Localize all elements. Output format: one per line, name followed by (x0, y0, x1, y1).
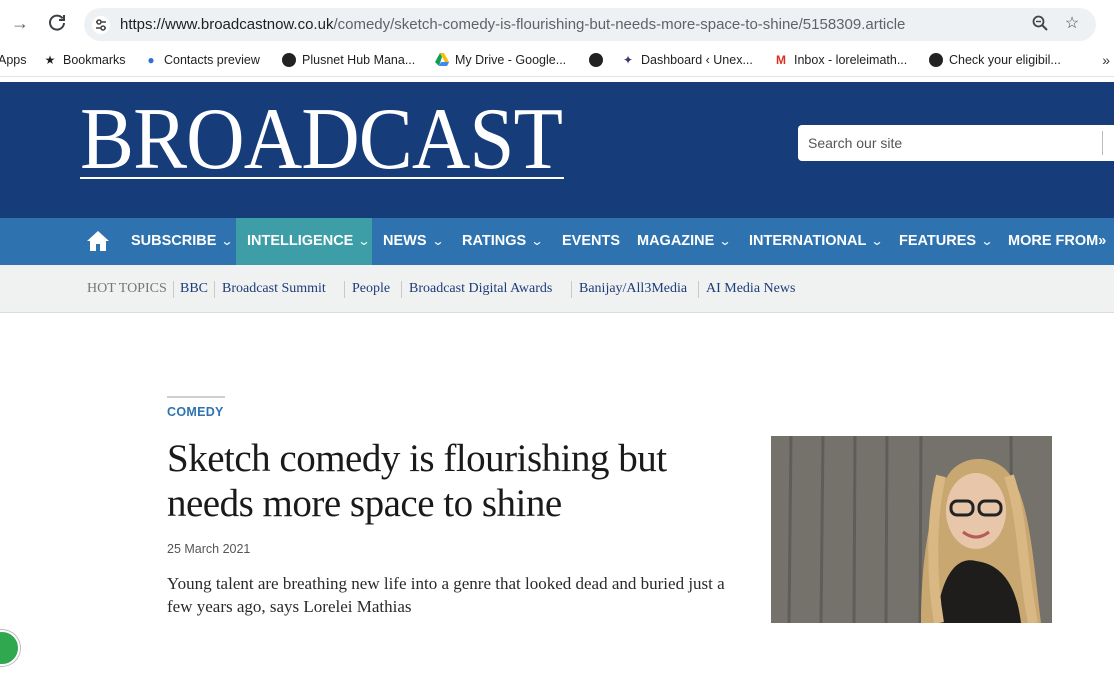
nav-label: INTELLIGENCE (247, 233, 354, 249)
bookmark-label: Bookmarks (63, 53, 126, 67)
nav-ratings[interactable]: RATINGS ⌄ (451, 218, 553, 265)
contacts-person-icon: ● (147, 53, 155, 67)
topic-divider (173, 281, 174, 298)
chevron-down-icon: ⌄ (870, 234, 884, 248)
nav-label: EVENTS (562, 233, 621, 249)
url-path: /comedy/sketch-comedy-is-flourishing-but… (333, 16, 906, 33)
chevron-down-icon: ⌄ (220, 234, 234, 248)
star-icon: ★ (44, 53, 56, 67)
hot-topic-link[interactable]: People (352, 281, 390, 297)
topic-divider (698, 281, 699, 298)
site-logo[interactable]: BROADCAST (80, 96, 563, 184)
google-drive-icon (435, 53, 449, 67)
chevron-down-icon: ⌄ (357, 234, 371, 248)
nav-subscribe[interactable]: SUBSCRIBE ⌄ (120, 218, 243, 265)
site-header: BROADCAST (0, 82, 1114, 218)
article-date: 25 March 2021 (167, 542, 251, 556)
bookmark-label: Contacts preview (164, 53, 260, 67)
topic-divider (344, 281, 345, 298)
nav-label: NEWS (383, 233, 427, 249)
home-icon[interactable] (86, 230, 110, 252)
bookmark-globe[interactable] (589, 53, 603, 67)
url-text: https://www.broadcastnow.co.uk/comedy/sk… (120, 16, 905, 33)
article-standfirst: Young talent are breathing new life into… (167, 574, 725, 616)
topic-divider (401, 281, 402, 298)
nav-events[interactable]: EVENTS (551, 218, 631, 265)
bookmark-my-drive[interactable]: My Drive - Google... (435, 53, 566, 67)
nav-international[interactable]: INTERNATIONAL ⌄ (738, 218, 893, 265)
chevron-down-icon: ⌄ (718, 234, 732, 248)
accessibility-widget-icon[interactable] (0, 630, 20, 666)
nav-label: MAGAZINE (637, 233, 715, 249)
globe-icon (282, 53, 296, 67)
address-bar[interactable]: https://www.broadcastnow.co.uk/comedy/sk… (84, 8, 1096, 41)
bookmark-label: My Drive - Google... (455, 53, 567, 67)
nav-features[interactable]: FEATURES ⌄ (888, 218, 1003, 265)
bookmark-label: Dashboard ‹ Unex... (641, 53, 753, 67)
bookmark-label: Check your eligibil... (949, 53, 1061, 67)
chevron-down-icon: ⌄ (430, 234, 445, 248)
wordpress-icon: ✦ (622, 53, 634, 67)
article-photo (771, 436, 1052, 623)
nav-news[interactable]: NEWS ⌄ (372, 218, 454, 265)
bookmarks-bar: Apps ★ Bookmarks ● Contacts preview Plusne… (0, 46, 1114, 77)
nav-label: SUBSCRIBE (131, 233, 217, 249)
forward-arrow-icon[interactable]: → (8, 11, 32, 35)
double-chevron-right-icon: » (1098, 233, 1107, 249)
hot-topic-link[interactable]: AI Media News (706, 281, 795, 297)
browser-toolbar: → https://www.broadcastnow.co.uk/comedy/… (0, 0, 1114, 46)
topic-divider (571, 281, 572, 298)
category-rule (167, 396, 225, 398)
zoom-icon[interactable] (1030, 14, 1050, 34)
logo-underline (80, 177, 564, 179)
hot-topic-link[interactable]: Broadcast Summit (222, 281, 326, 297)
nav-more-from[interactable]: MORE FROM» (997, 218, 1114, 265)
bookmark-apps[interactable]: Apps (0, 53, 27, 67)
bookmark-dashboard[interactable]: ✦ Dashboard ‹ Unex... (621, 53, 753, 67)
hot-topic-link[interactable]: Banijay/All3Media (579, 281, 687, 297)
more-bookmarks-icon[interactable]: » (1102, 52, 1110, 68)
bookmark-check-eligibility[interactable]: Check your eligibil... (929, 53, 1061, 67)
hot-topics-label: HOT TOPICS (87, 281, 167, 296)
site-info-icon[interactable] (92, 16, 110, 34)
globe-icon (929, 53, 943, 67)
article-headline: Sketch comedy is flourishing but needs m… (167, 437, 667, 525)
hot-topic-link[interactable]: BBC (180, 281, 208, 297)
hot-topic-link[interactable]: Broadcast Digital Awards (409, 281, 552, 297)
search-input[interactable] (808, 125, 1098, 161)
nav-magazine[interactable]: MAGAZINE ⌄ (626, 218, 741, 265)
nav-label: MORE FROM (1008, 233, 1099, 249)
url-host: https://www.broadcastnow.co.uk (120, 16, 334, 33)
article-category[interactable]: COMEDY (167, 405, 224, 419)
bookmark-star-icon[interactable]: ☆ (1062, 14, 1082, 34)
nav-label: FEATURES (899, 233, 977, 249)
topic-divider (214, 281, 215, 298)
nav-label: RATINGS (462, 233, 527, 249)
bookmark-plusnet[interactable]: Plusnet Hub Mana... (282, 53, 415, 67)
bookmark-contacts-preview[interactable]: ● Contacts preview (144, 53, 260, 67)
hot-topics-bar: HOT TOPICS BBC Broadcast Summit People B… (0, 265, 1114, 313)
reload-icon[interactable] (45, 11, 69, 35)
bookmark-bookmarks[interactable]: ★ Bookmarks (43, 53, 126, 67)
nav-intelligence[interactable]: INTELLIGENCE ⌄ (236, 218, 372, 265)
chevron-down-icon: ⌄ (530, 234, 544, 248)
nav-label: INTERNATIONAL (749, 233, 867, 249)
gmail-icon: M (776, 53, 786, 67)
bookmark-label: Plusnet Hub Mana... (302, 53, 416, 67)
globe-icon (589, 53, 603, 67)
bookmark-label: Apps (0, 53, 27, 67)
bookmark-inbox[interactable]: M Inbox - loreleimath... (774, 53, 907, 67)
chevron-down-icon: ⌄ (980, 234, 994, 248)
bookmark-label: Inbox - loreleimath... (794, 53, 908, 67)
site-search (798, 125, 1114, 161)
main-nav: SUBSCRIBE ⌄ INTELLIGENCE ⌄ NEWS ⌄ RATINGS ⌄ … (0, 218, 1114, 265)
search-divider (1102, 131, 1103, 155)
